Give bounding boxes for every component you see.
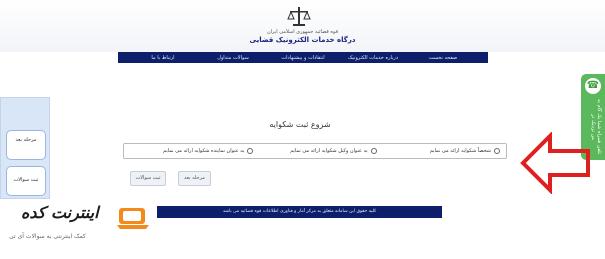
radio-button[interactable] <box>370 148 377 154</box>
site-header: قوه قضائیه جمهوری اسلامی ایران درگاه خدم… <box>0 0 605 52</box>
nav-item-faq[interactable]: سوالات متداول <box>198 55 268 61</box>
form-title: شروع ثبت شکوایه <box>269 120 331 129</box>
nav-item-home[interactable]: صفحه نخست <box>408 55 478 61</box>
step-card-next[interactable]: مرحله بعد <box>6 130 46 160</box>
brand-tagline: کمک اینترنتی به سوالات آی تی <box>9 233 86 240</box>
option-label: شخصاً شکوایه ارائه می نمایم <box>429 148 491 154</box>
main-nav: صفحه نخست درباره خدمات الکترونیک انتقادا… <box>118 52 488 63</box>
left-arrow-icon <box>520 132 590 194</box>
footer-copyright: کلیه حقوق این سامانه متعلق به مرکز آمار … <box>157 206 442 218</box>
judiciary-emblem-icon <box>287 7 311 26</box>
applicant-type-options: شخصاً شکوایه ارائه می نمایم به عنوان وکی… <box>123 143 507 159</box>
phone-icon: ☎ <box>585 78 601 94</box>
option-representative[interactable]: به عنوان نماینده شکوایه ارائه می نمایم <box>130 148 254 154</box>
step-card-submit[interactable]: ثبت سوالات <box>6 166 46 196</box>
laptop-chat-icon <box>117 208 149 229</box>
nav-item-contact[interactable]: ارتباط با ما <box>128 55 198 61</box>
submit-questions-button[interactable]: ثبت سوالات <box>130 171 166 186</box>
steps-panel: مرحله بعد ثبت سوالات <box>0 97 50 199</box>
nav-item-about[interactable]: درباره خدمات الکترونیک <box>338 55 408 61</box>
option-label: به عنوان نماینده شکوایه ارائه می نمایم <box>163 148 245 154</box>
watermark-logo: اینترنت کده کمک اینترنتی به سوالات آی تی <box>3 203 153 251</box>
header-org-line: قوه قضائیه جمهوری اسلامی ایران <box>267 29 338 35</box>
option-lawyer[interactable]: به عنوان وکیل شکوایه ارائه می نمایم <box>253 148 377 154</box>
option-personal[interactable]: شخصاً شکوایه ارائه می نمایم <box>377 148 500 154</box>
radio-button[interactable] <box>494 148 500 154</box>
header-title: درگاه خدمات الکترونیک قضایی <box>249 36 356 44</box>
radio-button[interactable] <box>247 148 254 154</box>
brand-name: اینترنت کده <box>21 203 100 222</box>
nav-item-feedback[interactable]: انتقادات و پیشنهادات <box>268 55 338 61</box>
option-label: به عنوان وکیل شکوایه ارائه می نمایم <box>290 148 368 154</box>
next-step-button[interactable]: مرحله بعد <box>178 171 211 186</box>
